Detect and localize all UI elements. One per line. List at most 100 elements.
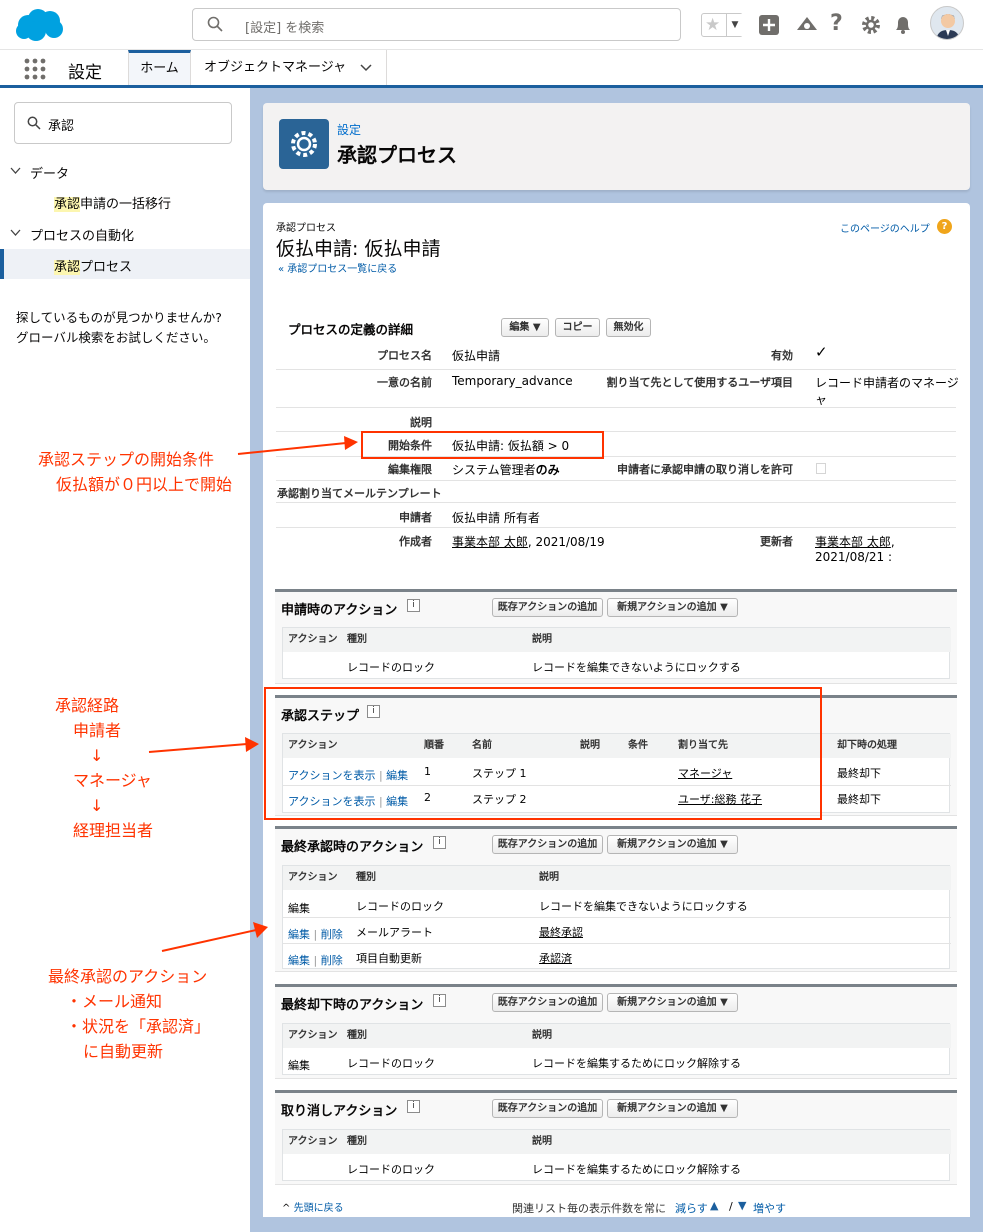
info-icon[interactable]: i bbox=[407, 599, 420, 612]
divider bbox=[283, 917, 951, 918]
edit-link[interactable]: 編集 bbox=[288, 1057, 310, 1073]
chevron-down-icon[interactable] bbox=[360, 64, 372, 72]
row-type: レコードのロック bbox=[356, 900, 444, 913]
back-to-top[interactable]: ^ 先頭に戻る bbox=[282, 1199, 344, 1214]
annotation-arrow bbox=[148, 737, 259, 753]
annotation-line: ・状況を「承認済」 bbox=[66, 1017, 211, 1036]
edit-link[interactable]: 編集 bbox=[288, 928, 310, 941]
quick-find-input[interactable]: 承認 bbox=[14, 102, 232, 144]
row-description: レコードを編集できないようにロックする bbox=[539, 900, 748, 913]
field-value-created-by: 事業本部 太郎, 2021/08/19 bbox=[452, 533, 605, 550]
field-value-assignee: レコード申請者のマネージ bbox=[815, 376, 959, 390]
divider bbox=[283, 943, 951, 944]
delete-link[interactable]: 削除 bbox=[321, 928, 343, 941]
add-new-action-button[interactable]: 新規アクションの追加 ▼ bbox=[607, 598, 738, 617]
table-header bbox=[283, 866, 951, 890]
chevron-down-icon bbox=[10, 167, 21, 174]
help-icon[interactable]: ? bbox=[937, 219, 952, 234]
add-existing-action-button[interactable]: 既存アクションの追加 bbox=[492, 598, 603, 617]
salesforce-logo[interactable] bbox=[14, 7, 66, 43]
annotation-line: ・メール通知 bbox=[66, 992, 163, 1011]
search-highlight: 承認 bbox=[54, 197, 81, 212]
edit-permission-role: システム管理者 bbox=[452, 463, 536, 477]
field-value-edit-permission: システム管理者のみ bbox=[452, 461, 560, 478]
row-type: レコードのロック bbox=[347, 661, 435, 674]
add-new-action-button[interactable]: 新規アクションの追加 ▼ bbox=[607, 1099, 738, 1118]
row-actions: 編集 | 削除 bbox=[288, 926, 343, 942]
page-help-link[interactable]: このページのヘルプ bbox=[840, 220, 930, 235]
triangle-up-icon: ▲ bbox=[710, 1199, 719, 1212]
annotation-line: 経理担当者 bbox=[73, 821, 154, 840]
info-icon[interactable]: i bbox=[407, 1100, 420, 1113]
annotation-line: 申請者 bbox=[73, 721, 122, 740]
row-description-link[interactable]: 承認済 bbox=[539, 950, 572, 966]
help-icon[interactable]: ? bbox=[830, 11, 852, 36]
related-list-recall: 取り消しアクション i 既存アクションの追加 新規アクションの追加 ▼ アクショ… bbox=[275, 1090, 957, 1185]
triangle-down-icon: ▼ bbox=[738, 1199, 747, 1212]
add-new-action-button[interactable]: 新規アクションの追加 ▼ bbox=[607, 835, 738, 854]
app-launcher-icon[interactable] bbox=[24, 58, 46, 80]
sidebar-group-data[interactable]: データ bbox=[10, 163, 69, 182]
field-label: 有効 bbox=[771, 349, 793, 362]
column-header: アクション bbox=[288, 1130, 338, 1154]
column-header: 種別 bbox=[347, 628, 367, 652]
field-label: 承認割り当てメールテンプレート bbox=[277, 487, 442, 500]
breadcrumb[interactable]: 設定 bbox=[337, 121, 361, 138]
row-description-link[interactable]: 最終承認 bbox=[539, 924, 583, 940]
avatar[interactable] bbox=[930, 6, 964, 40]
divider bbox=[276, 480, 956, 481]
edit-menu-button[interactable]: 編集 ▼ bbox=[501, 318, 549, 337]
column-header: 説明 bbox=[539, 866, 559, 890]
setup-gear-icon bbox=[279, 119, 329, 169]
add-existing-action-button[interactable]: 既存アクションの追加 bbox=[492, 1099, 603, 1118]
step-reject-behavior: 最終却下 bbox=[837, 793, 881, 806]
tab-object-manager[interactable]: オブジェクトマネージャ bbox=[191, 50, 387, 85]
back-to-list-link[interactable]: « 承認プロセス一覧に戻る bbox=[278, 260, 397, 275]
star-icon: ★ bbox=[705, 15, 721, 35]
back-to-top-link[interactable]: 先頭に戻る bbox=[294, 1203, 344, 1214]
more-link[interactable]: 増やす bbox=[753, 1200, 786, 1216]
disable-button[interactable]: 無効化 bbox=[606, 318, 651, 337]
field-label: プロセス名 bbox=[377, 349, 432, 362]
tab-object-manager-label: オブジェクトマネージャ bbox=[204, 60, 347, 75]
add-new-action-button[interactable]: 新規アクションの追加 ▼ bbox=[607, 993, 738, 1012]
sidebar-item-approval-processes-label[interactable]: 承認プロセス bbox=[54, 256, 132, 275]
annotation-box-entry-criteria bbox=[361, 431, 604, 459]
add-existing-action-button[interactable]: 既存アクションの追加 bbox=[492, 835, 603, 854]
divider bbox=[276, 527, 956, 528]
search-placeholder: [設定] を検索 bbox=[245, 21, 325, 36]
annotation-line: ↓ bbox=[90, 746, 104, 765]
annotation-line: に自動更新 bbox=[83, 1042, 164, 1061]
delete-link[interactable]: 削除 bbox=[321, 954, 343, 967]
edit-link[interactable]: 編集 bbox=[288, 900, 310, 916]
created-by-user-link[interactable]: 事業本部 太郎 bbox=[452, 535, 528, 549]
page-title: 承認プロセス bbox=[337, 143, 457, 167]
row-type: 項目自動更新 bbox=[356, 952, 422, 965]
tab-home[interactable]: ホーム bbox=[128, 50, 191, 85]
info-icon[interactable]: i bbox=[433, 836, 446, 849]
edit-link[interactable]: 編集 bbox=[288, 954, 310, 967]
hint-line: グローバル検索をお試しください。 bbox=[16, 330, 216, 345]
related-table: アクション 種別 説明 編集 レコードのロック レコードを編集できないようにロッ… bbox=[282, 865, 951, 969]
add-existing-action-button[interactable]: 既存アクションの追加 bbox=[492, 993, 603, 1012]
bell-icon[interactable] bbox=[892, 14, 914, 36]
copy-button[interactable]: コピー bbox=[555, 318, 600, 337]
row-type: メールアラート bbox=[356, 926, 433, 939]
fewer-link[interactable]: 減らす bbox=[675, 1200, 708, 1216]
gear-icon[interactable] bbox=[860, 14, 882, 36]
global-add-icon[interactable] bbox=[758, 14, 780, 36]
sidebar-group-process-automation[interactable]: プロセスの自動化 bbox=[10, 225, 134, 244]
column-header: アクション bbox=[288, 866, 338, 890]
favorites-button[interactable]: ★ ▼ bbox=[701, 13, 743, 37]
related-list-title: 最終却下時のアクション bbox=[281, 998, 424, 1013]
table-header bbox=[283, 1024, 951, 1048]
column-header: 説明 bbox=[532, 1130, 552, 1154]
annotation-route: 承認経路 申請者 ↓ マネージャ ↓ 経理担当者 bbox=[55, 693, 153, 843]
trailhead-icon[interactable] bbox=[796, 14, 818, 36]
checkmark-icon: ✓ bbox=[815, 343, 828, 361]
annotation-line: 承認経路 bbox=[55, 696, 120, 715]
global-search[interactable]: [設定] を検索 bbox=[192, 8, 681, 41]
modified-by-user-link[interactable]: 事業本部 太郎 bbox=[815, 535, 891, 549]
sidebar-item-bulk-transfer[interactable]: 承認申請の一括移行 bbox=[54, 193, 171, 212]
info-icon[interactable]: i bbox=[433, 994, 446, 1007]
